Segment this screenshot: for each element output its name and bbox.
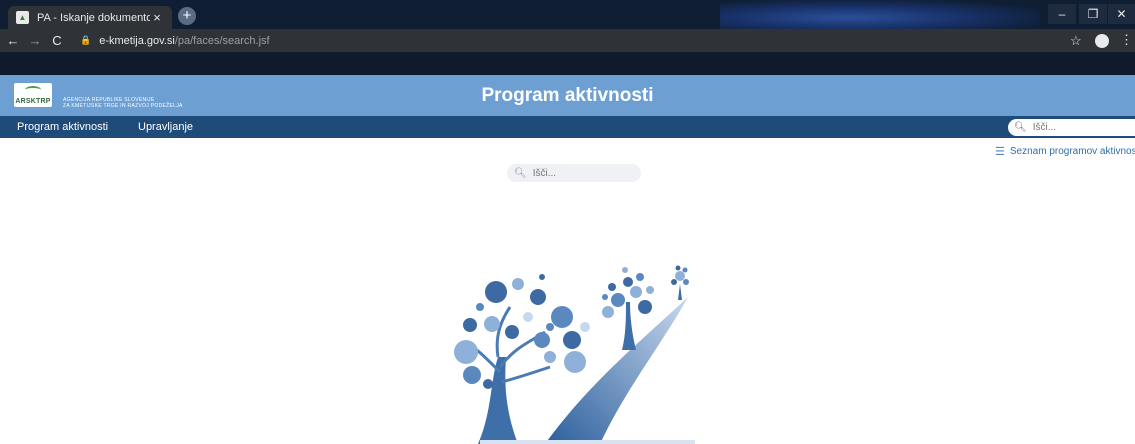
browser-toolbar: ← → C 🔒 e-kmetija.gov.si /pa/faces/searc… <box>0 29 1135 52</box>
program-list-link[interactable]: ☰ Seznam programov aktivnosti <box>995 145 1135 158</box>
main-search-input[interactable] <box>532 167 633 179</box>
lock-icon: 🔒 <box>80 35 92 45</box>
small-tree-foliage <box>671 265 689 285</box>
large-tree-foliage <box>454 274 590 389</box>
close-tab-icon[interactable]: × <box>150 10 164 25</box>
nav-search-box: 🔍︎ <box>1008 119 1135 136</box>
bookmark-star-icon[interactable]: ☆ <box>1070 33 1082 49</box>
url-host: e-kmetija.gov.si <box>99 34 175 47</box>
nav-item-upravljanje[interactable]: Upravljanje <box>138 121 193 133</box>
browser-tab-title: PA - Iskanje dokumentov <box>37 11 150 24</box>
browser-menu-icon[interactable]: ⋮ <box>1120 32 1133 48</box>
minimize-window-button[interactable]: – <box>1048 4 1076 24</box>
main-search-box: 🔍︎ <box>507 164 641 182</box>
nav-search-input[interactable] <box>1032 122 1123 133</box>
search-icon: 🔍︎ <box>1014 122 1027 133</box>
main-navigation: Program aktivnosti Upravljanje 🔍︎ <box>0 116 1135 138</box>
url-path: /pa/faces/search.jsf <box>174 34 270 47</box>
maximize-window-button[interactable]: ❐ <box>1079 4 1107 24</box>
site-header: ARSKTRP AGENCIJA REPUBLIKE SLOVENIJE ZA … <box>0 75 1135 116</box>
reload-icon[interactable]: C <box>48 33 66 48</box>
middle-tree-trunk <box>622 302 636 350</box>
browser-tab[interactable]: ▲ PA - Iskanje dokumentov × <box>8 6 172 29</box>
back-arrow-icon[interactable]: ← <box>4 33 22 48</box>
ground-line <box>480 440 695 444</box>
profile-avatar-icon[interactable] <box>1095 34 1109 48</box>
new-tab-button[interactable]: + <box>178 7 196 25</box>
program-list-link-label: Seznam programov aktivnosti <box>1009 146 1135 157</box>
forward-arrow-icon[interactable]: → <box>26 33 44 48</box>
site-favicon-icon: ▲ <box>16 11 29 24</box>
page-title: Program aktivnosti <box>481 85 654 106</box>
small-tree-trunk <box>678 284 682 300</box>
address-bar[interactable]: 🔒 e-kmetija.gov.si /pa/faces/search.jsf <box>80 32 1080 49</box>
tree-illustration <box>454 265 695 444</box>
list-icon: ☰ <box>995 146 1005 158</box>
tab-strip-background-art <box>720 0 1040 29</box>
nav-item-program-aktivnosti[interactable]: Program aktivnosti <box>17 121 108 133</box>
bookmark-bar <box>0 52 1135 75</box>
search-icon: 🔍︎ <box>514 167 527 179</box>
browser-tab-strip: ▲ PA - Iskanje dokumentov × + – ❐ ✕ <box>0 0 1135 29</box>
close-window-button[interactable]: ✕ <box>1108 4 1135 24</box>
